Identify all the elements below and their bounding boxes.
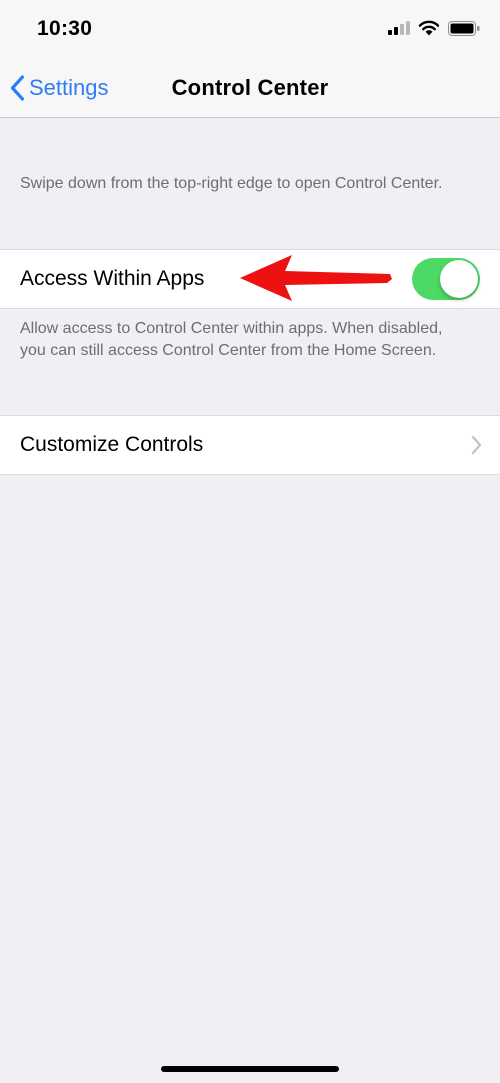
status-bar: 10:30 — [0, 0, 500, 60]
home-indicator[interactable] — [161, 1066, 339, 1072]
navigation-bar: Settings Control Center — [0, 60, 500, 118]
red-arrow-icon — [240, 255, 392, 301]
chevron-right-icon — [471, 435, 482, 455]
page-title: Control Center — [171, 75, 329, 100]
status-time: 10:30 — [37, 17, 93, 40]
status-icons — [388, 20, 480, 36]
customize-controls-row[interactable]: Customize Controls — [0, 415, 500, 475]
access-footnote: Allow access to Control Center within ap… — [20, 320, 443, 359]
customize-controls-label: Customize Controls — [20, 433, 204, 456]
cellular-signal-icon — [388, 21, 410, 35]
access-within-apps-label: Access Within Apps — [20, 267, 205, 290]
toggle-knob — [440, 260, 478, 298]
wifi-icon — [418, 20, 440, 36]
battery-icon — [448, 20, 480, 36]
intro-footnote: Swipe down from the top-right edge to op… — [20, 175, 443, 192]
access-within-apps-toggle[interactable] — [412, 258, 480, 300]
